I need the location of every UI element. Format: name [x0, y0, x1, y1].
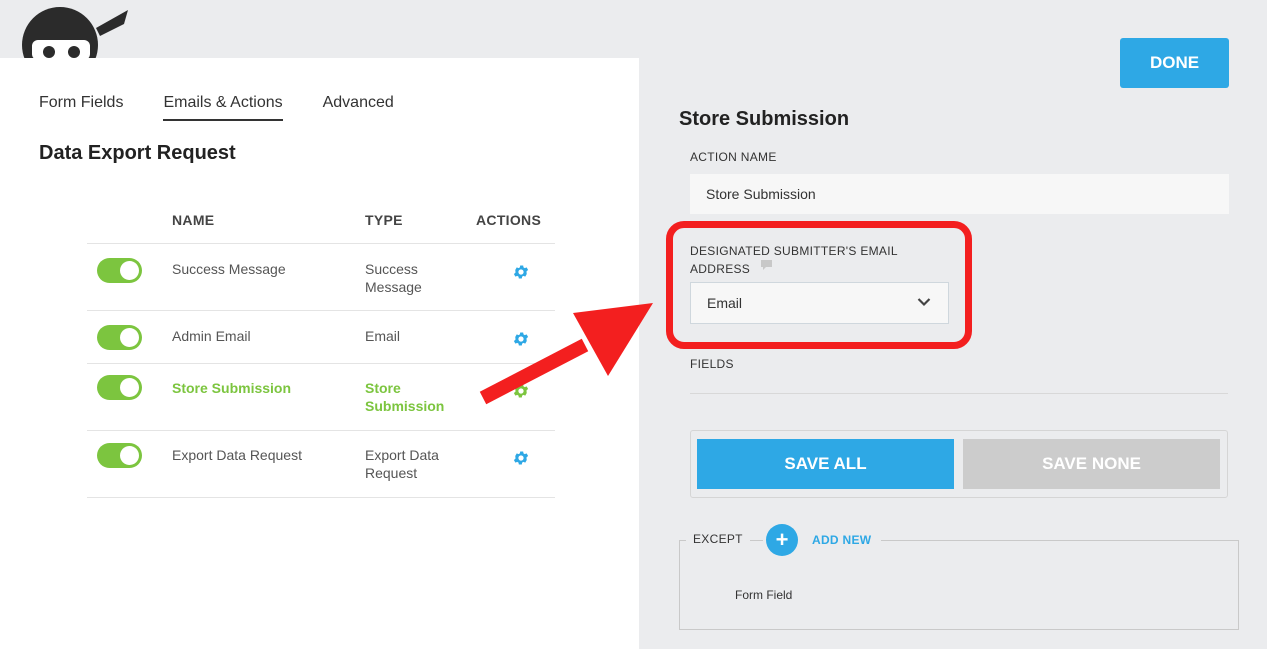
gear-icon[interactable] — [512, 449, 530, 467]
gear-icon[interactable] — [512, 263, 530, 281]
add-new-label: ADD NEW — [812, 533, 872, 547]
except-label: EXCEPT — [686, 532, 750, 546]
action-type: Export Data Request — [365, 447, 439, 481]
actions-list-panel: Form Fields Emails & Actions Advanced Da… — [0, 58, 639, 649]
enable-toggle[interactable] — [97, 258, 142, 283]
add-new-button[interactable]: + ADD NEW — [763, 523, 882, 557]
form-title: Data Export Request — [39, 142, 236, 164]
action-settings-title: Store Submission — [679, 108, 850, 130]
table-row[interactable]: Admin Email Email — [87, 311, 555, 364]
enable-toggle[interactable] — [97, 325, 142, 350]
action-name[interactable]: Export Data Request — [172, 447, 352, 463]
action-name-label: ACTION NAME — [690, 150, 777, 164]
ninja-logo-icon — [22, 7, 128, 60]
highlight-annotation — [666, 221, 972, 349]
divider — [690, 393, 1228, 394]
save-all-button[interactable]: SAVE ALL — [697, 439, 954, 489]
action-type: Store Submission — [365, 380, 445, 414]
save-none-button[interactable]: SAVE NONE — [963, 439, 1220, 489]
column-header-actions: ACTIONS — [476, 212, 542, 228]
done-button[interactable]: DONE — [1120, 38, 1229, 88]
column-header-name: NAME — [172, 212, 215, 228]
action-name-input[interactable]: Store Submission — [690, 174, 1229, 214]
tab-form-fields[interactable]: Form Fields — [39, 94, 123, 121]
action-name[interactable]: Admin Email — [172, 328, 352, 344]
table-row[interactable]: Export Data Request Export Data Request — [87, 431, 555, 498]
save-options-group: SAVE ALL SAVE NONE — [690, 430, 1228, 498]
gear-icon[interactable] — [512, 330, 530, 348]
action-name[interactable]: Success Message — [172, 261, 352, 277]
plus-icon[interactable]: + — [766, 524, 798, 556]
action-type: Email — [365, 328, 401, 344]
enable-toggle[interactable] — [97, 375, 142, 400]
tab-bar: Form Fields Emails & Actions Advanced — [39, 94, 394, 121]
actions-table: NAME TYPE ACTIONS Success Message Succes… — [87, 208, 555, 498]
action-name[interactable]: Store Submission — [172, 380, 352, 396]
table-header: NAME TYPE ACTIONS — [87, 208, 555, 244]
tab-emails-actions[interactable]: Emails & Actions — [163, 94, 283, 121]
column-header-type: TYPE — [365, 212, 403, 228]
action-type: Success Message — [365, 261, 422, 295]
table-row[interactable]: Store Submission Store Submission — [87, 364, 555, 431]
form-field-label: Form Field — [735, 588, 793, 602]
enable-toggle[interactable] — [97, 443, 142, 468]
table-row[interactable]: Success Message Success Message — [87, 244, 555, 311]
tab-advanced[interactable]: Advanced — [323, 94, 394, 121]
gear-icon[interactable] — [512, 382, 530, 400]
fields-label: FIELDS — [690, 357, 734, 371]
